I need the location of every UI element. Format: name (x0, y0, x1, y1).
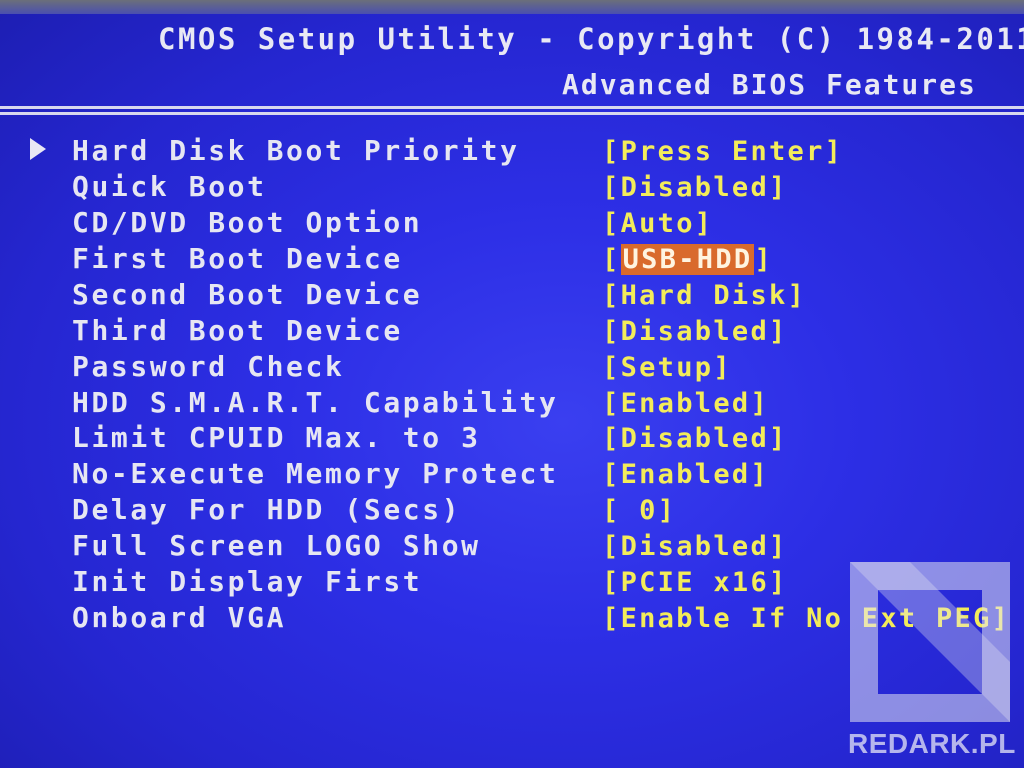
selected-value: USB-HDD (620, 244, 755, 275)
setting-label: HDD S.M.A.R.T. Capability (72, 386, 559, 419)
bracket-close: ] (750, 388, 770, 419)
setting-row[interactable]: No-Execute Memory Protect [Enabled] (0, 457, 1024, 493)
setting-row[interactable]: HDD S.M.A.R.T. Capability [Enabled] (0, 386, 1024, 422)
setting-row[interactable]: Full Screen LOGO Show [Disabled] (0, 529, 1024, 565)
bracket-close: ] (787, 280, 807, 311)
page-title: Advanced BIOS Features (562, 68, 977, 101)
setting-value[interactable]: [Hard Disk] (602, 280, 806, 311)
bracket-open: [ (602, 495, 621, 526)
value-text: Disabled (620, 531, 770, 562)
value-text: PCIE x16 (620, 567, 770, 598)
bracket-close: ] (769, 172, 788, 203)
value-text: Hard Disk (620, 280, 788, 311)
value-text: 0 (620, 495, 658, 526)
setting-label: Hard Disk Boot Priority (72, 134, 520, 167)
bracket-open: [ (602, 208, 621, 239)
setting-label: Third Boot Device (72, 314, 403, 347)
bracket-close: ] (824, 136, 844, 167)
value-text: Setup (620, 352, 714, 383)
setting-value[interactable]: [Disabled] (602, 316, 788, 347)
setting-label: CD/DVD Boot Option (72, 206, 423, 239)
bracket-open: [ (602, 136, 621, 167)
bracket-close: ] (754, 244, 774, 275)
setting-value[interactable]: [Auto] (602, 208, 713, 239)
bracket-close: ] (769, 423, 788, 454)
bracket-close: ] (694, 208, 714, 239)
bracket-open: [ (602, 603, 621, 634)
bracket-close: ] (750, 459, 770, 490)
setting-value[interactable]: [Press Enter] (602, 136, 843, 167)
setting-label: Delay For HDD (Secs) (72, 493, 462, 526)
setting-value[interactable]: [Enabled] (602, 388, 769, 419)
setting-label: Password Check (72, 350, 345, 383)
setting-row[interactable]: Hard Disk Boot Priority [Press Enter] (0, 134, 1024, 170)
bracket-open: [ (602, 316, 621, 347)
bracket-close: ] (769, 567, 788, 598)
value-text: Disabled (620, 316, 770, 347)
value-text: Auto (620, 208, 695, 239)
value-text: Disabled (620, 172, 770, 203)
bracket-open: [ (602, 531, 621, 562)
setting-label: Onboard VGA (72, 601, 287, 634)
bios-screen: CMOS Setup Utility - Copyright (C) 1984-… (0, 0, 1024, 768)
value-text: Enabled (620, 388, 751, 419)
bracket-close: ] (769, 316, 788, 347)
setting-row[interactable]: Delay For HDD (Secs) [ 0] (0, 493, 1024, 529)
setting-value[interactable]: [Disabled] (602, 172, 788, 203)
setting-row[interactable]: CD/DVD Boot Option [Auto] (0, 206, 1024, 242)
setting-label: Full Screen LOGO Show (72, 529, 481, 562)
value-text: Press Enter (620, 136, 825, 167)
setting-row[interactable]: Second Boot Device [Hard Disk] (0, 278, 1024, 314)
bracket-open: [ (602, 423, 621, 454)
setting-label: Limit CPUID Max. to 3 (72, 421, 481, 454)
bracket-open: [ (602, 280, 621, 311)
header-divider-top (0, 106, 1024, 109)
setting-label: Quick Boot (72, 170, 267, 203)
setting-row[interactable]: Quick Boot [Disabled] (0, 170, 1024, 206)
value-text: Enabled (620, 459, 751, 490)
setting-value[interactable]: [Disabled] (602, 423, 788, 454)
setting-label: Second Boot Device (72, 278, 423, 311)
bracket-close: ] (657, 495, 677, 526)
setting-value[interactable]: [Setup] (602, 352, 732, 383)
setting-label: First Boot Device (72, 242, 403, 275)
setting-label: No-Execute Memory Protect (72, 457, 559, 490)
setting-label: Init Display First (72, 565, 423, 598)
bracket-open: [ (602, 459, 621, 490)
setting-row[interactable]: Third Boot Device [Disabled] (0, 314, 1024, 350)
triangle-right-icon (30, 138, 46, 160)
setting-value[interactable]: [PCIE x16] (602, 567, 788, 598)
value-text: Disabled (620, 423, 770, 454)
watermark-text: REDARK.PL (848, 728, 1016, 759)
bracket-open: [ (602, 388, 621, 419)
header-divider-bottom (0, 112, 1024, 115)
bracket-open: [ (602, 172, 621, 203)
redark-logo-icon (850, 562, 1010, 722)
bracket-open: [ (602, 244, 621, 275)
setting-value[interactable]: [USB-HDD] (602, 244, 773, 275)
setting-row[interactable]: First Boot Device [USB-HDD] (0, 242, 1024, 278)
bracket-close: ] (713, 352, 732, 383)
setting-value[interactable]: [ 0] (602, 495, 676, 526)
setting-value[interactable]: [Enabled] (602, 459, 769, 490)
monitor-bezel-edge (0, 0, 1024, 14)
bracket-open: [ (602, 352, 621, 383)
setting-row[interactable]: Limit CPUID Max. to 3 [Disabled] (0, 421, 1024, 457)
bracket-close: ] (769, 531, 788, 562)
utility-title: CMOS Setup Utility - Copyright (C) 1984-… (158, 22, 1024, 56)
setting-row[interactable]: Password Check [Setup] (0, 350, 1024, 386)
bracket-open: [ (602, 567, 621, 598)
setting-value[interactable]: [Disabled] (602, 531, 788, 562)
